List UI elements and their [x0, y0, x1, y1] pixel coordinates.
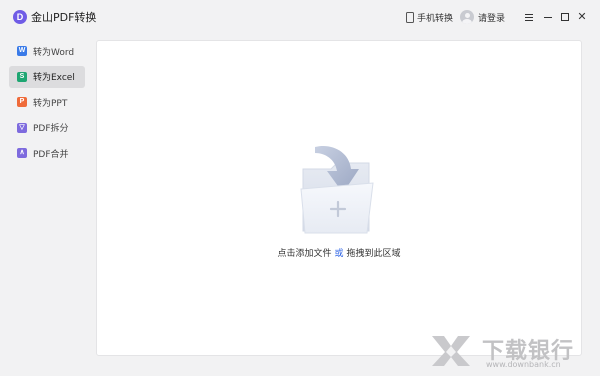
sidebar-item-label: PDF合并	[33, 149, 69, 160]
close-icon[interactable]: ✕	[576, 11, 588, 23]
drop-instruction: 点击添加文件或拖拽到此区域	[97, 246, 581, 259]
split-icon: ▽	[17, 122, 27, 133]
phone-convert-button[interactable]: 手机转换	[406, 10, 453, 24]
watermark-logo-icon	[432, 336, 470, 366]
sidebar-item-label: 转为Excel	[33, 73, 75, 83]
drop-prefix[interactable]: 点击添加文件	[277, 249, 331, 259]
app-logo-letter: D	[16, 12, 24, 22]
phone-convert-label: 手机转换	[417, 13, 454, 24]
avatar	[460, 10, 474, 24]
watermark: 下载银行 www.downbank.cn	[430, 328, 595, 374]
sidebar-item-merge[interactable]: ∧ PDF合并	[9, 142, 85, 164]
title-bar: D 金山PDF转换 手机转换 请登录 ✕	[0, 0, 600, 34]
app-title: 金山PDF转换	[31, 11, 97, 24]
word-icon: W	[17, 46, 27, 56]
app-logo-icon: D	[13, 10, 27, 24]
sidebar-item-word[interactable]: W 转为Word	[9, 40, 85, 62]
sidebar-item-split[interactable]: ▽ PDF拆分	[9, 117, 85, 139]
upload-folder-icon	[300, 145, 374, 234]
sidebar-item-label: 转为PPT	[33, 98, 68, 109]
maximize-icon[interactable]	[559, 11, 571, 23]
merge-icon: ∧	[17, 148, 27, 158]
sidebar-item-label: 转为Word	[33, 47, 75, 58]
minimize-icon[interactable]	[542, 11, 554, 23]
watermark-url: www.downbank.cn	[486, 360, 561, 369]
sidebar-item-excel[interactable]: S 转为Excel	[9, 65, 85, 88]
sidebar-item-label: PDF拆分	[33, 124, 69, 134]
hamburger-menu-icon[interactable]	[523, 11, 535, 23]
excel-icon: S	[17, 71, 27, 82]
login-button[interactable]: 请登录	[460, 9, 505, 25]
login-label: 请登录	[478, 13, 506, 24]
sidebar: W 转为Word S 转为Excel P 转为PPT ▽ PDF拆分 ∧ PDF合并	[9, 40, 85, 168]
phone-icon	[406, 11, 414, 23]
file-drop-area[interactable]: 点击添加文件或拖拽到此区域	[96, 40, 582, 356]
drop-or: 或	[334, 249, 344, 259]
drop-suffix: 拖拽到此区域	[346, 249, 401, 259]
ppt-icon: P	[17, 97, 27, 107]
sidebar-item-ppt[interactable]: P 转为PPT	[9, 91, 85, 113]
